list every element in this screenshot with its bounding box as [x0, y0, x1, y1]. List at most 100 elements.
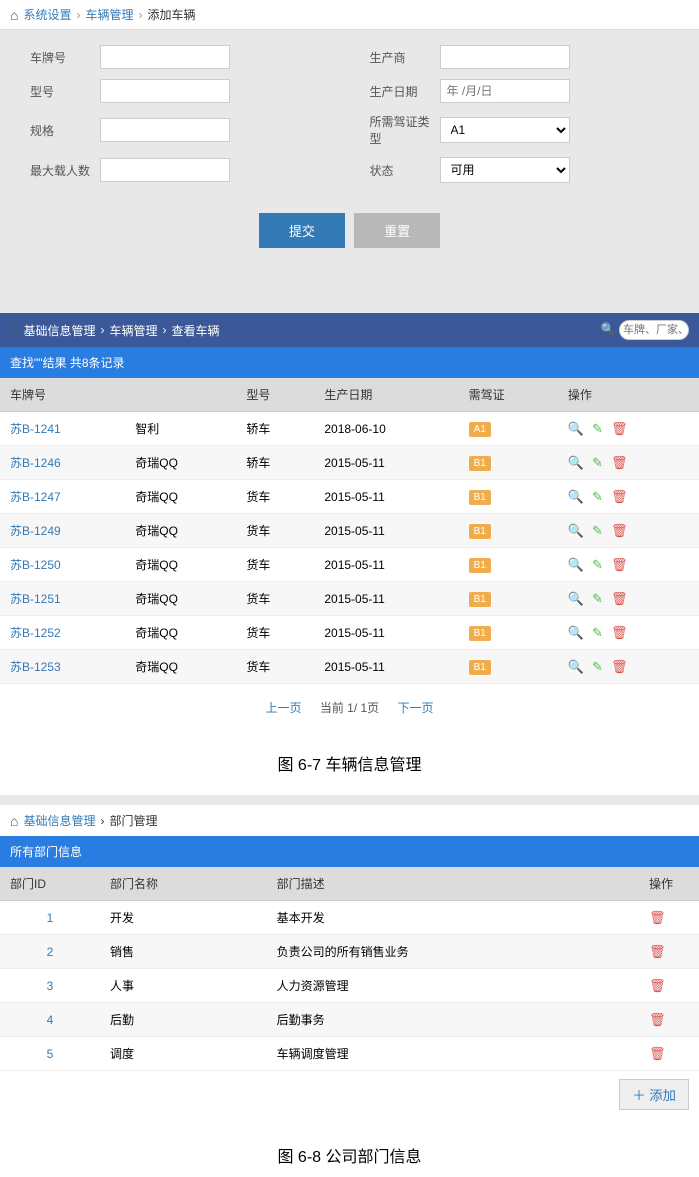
license-badge: B1	[469, 490, 491, 505]
figure-caption-1: 图 6-7 车辆信息管理	[0, 731, 699, 795]
model-label: 型号	[30, 83, 100, 100]
license-badge: A1	[469, 422, 491, 437]
model-cell: 货车	[236, 650, 314, 684]
date-cell: 2015-05-11	[314, 514, 458, 548]
delete-icon[interactable]: 🗑	[649, 978, 666, 993]
plate-input[interactable]	[100, 45, 230, 69]
status-select[interactable]: 可用	[440, 157, 570, 183]
dept-desc-cell: 人力资源管理	[267, 969, 639, 1003]
license-badge: B1	[469, 524, 491, 539]
view-icon[interactable]: 🔍	[568, 591, 584, 607]
spec-input[interactable]	[100, 118, 230, 142]
dept-id-link[interactable]: 2	[47, 945, 54, 959]
breadcrumb-3: ⌂ 基础信息管理 › 部门管理	[0, 805, 699, 836]
plate-link[interactable]: 苏B-1241	[10, 422, 61, 436]
table-row: 4后勤后勤事务🗑	[0, 1003, 699, 1037]
view-icon[interactable]: 🔍	[568, 557, 584, 573]
home-icon: ⌂	[10, 813, 18, 829]
chevron-right-icon: ›	[100, 323, 104, 337]
delete-icon[interactable]: 🗑	[649, 1012, 666, 1027]
home-icon: ⌂	[10, 7, 18, 23]
delete-icon[interactable]: 🗑	[611, 421, 628, 437]
dept-header-bar: 所有部门信息	[0, 836, 699, 867]
view-icon[interactable]: 🔍	[568, 421, 584, 437]
view-icon[interactable]: 🔍	[568, 489, 584, 505]
breadcrumb-2: ⌂ 基础信息管理 › 车辆管理 › 查看车辆 🔍	[0, 313, 699, 347]
search-input[interactable]	[619, 320, 689, 340]
date-label: 生产日期	[370, 83, 440, 100]
license-badge: B1	[469, 456, 491, 471]
dept-desc-cell: 基本开发	[267, 901, 639, 935]
dept-id-link[interactable]: 1	[47, 911, 54, 925]
delete-icon[interactable]: 🗑	[611, 455, 628, 471]
edit-icon[interactable]: ✎	[592, 591, 603, 607]
delete-icon[interactable]: 🗑	[611, 489, 628, 505]
chevron-right-icon: ›	[76, 8, 80, 22]
dept-id-link[interactable]: 5	[47, 1047, 54, 1061]
dept-name-cell: 销售	[100, 935, 267, 969]
table-row: 3人事人力资源管理🗑	[0, 969, 699, 1003]
maker-cell: 奇瑞QQ	[125, 480, 236, 514]
prev-page[interactable]: 上一页	[265, 701, 301, 715]
delete-icon[interactable]: 🗑	[649, 1046, 666, 1061]
view-icon[interactable]: 🔍	[568, 625, 584, 641]
date-cell: 2015-05-11	[314, 650, 458, 684]
dept-id-link[interactable]: 4	[47, 1013, 54, 1027]
dept-id-link[interactable]: 3	[47, 979, 54, 993]
model-input[interactable]	[100, 79, 230, 103]
plate-link[interactable]: 苏B-1252	[10, 626, 61, 640]
plate-link[interactable]: 苏B-1253	[10, 660, 61, 674]
view-icon[interactable]: 🔍	[568, 659, 584, 675]
plate-link[interactable]: 苏B-1251	[10, 592, 61, 606]
edit-icon[interactable]: ✎	[592, 625, 603, 641]
edit-icon[interactable]: ✎	[592, 421, 603, 437]
breadcrumb: ⌂ 系统设置 › 车辆管理 › 添加车辆	[0, 0, 699, 30]
delete-icon[interactable]: 🗑	[611, 625, 628, 641]
delete-icon[interactable]: 🗑	[611, 659, 628, 675]
model-cell: 货车	[236, 514, 314, 548]
edit-icon[interactable]: ✎	[592, 489, 603, 505]
reset-button[interactable]: 重置	[354, 213, 440, 248]
edit-icon[interactable]: ✎	[592, 557, 603, 573]
plate-link[interactable]: 苏B-1247	[10, 490, 61, 504]
bc-vehicle[interactable]: 车辆管理	[85, 6, 133, 23]
col-dept-id: 部门ID	[0, 867, 100, 901]
edit-icon[interactable]: ✎	[592, 659, 603, 675]
delete-icon[interactable]: 🗑	[611, 523, 628, 539]
maker-cell: 奇瑞QQ	[125, 650, 236, 684]
submit-button[interactable]: 提交	[259, 213, 345, 248]
view-icon[interactable]: 🔍	[568, 455, 584, 471]
delete-icon[interactable]: 🗑	[649, 944, 666, 959]
next-page[interactable]: 下一页	[398, 701, 434, 715]
col-dept-name: 部门名称	[100, 867, 267, 901]
bc3-base[interactable]: 基础信息管理	[23, 812, 95, 829]
dept-name-cell: 后勤	[100, 1003, 267, 1037]
delete-icon[interactable]: 🗑	[649, 910, 666, 925]
plate-link[interactable]: 苏B-1246	[10, 456, 61, 470]
maker-cell: 奇瑞QQ	[125, 548, 236, 582]
date-input[interactable]	[440, 79, 570, 103]
date-cell: 2015-05-11	[314, 548, 458, 582]
page-info: 当前 1/ 1页	[320, 701, 379, 715]
add-dept-button[interactable]: ＋ 添加	[619, 1079, 689, 1110]
delete-icon[interactable]: 🗑	[611, 591, 628, 607]
plate-link[interactable]: 苏B-1249	[10, 524, 61, 538]
bc-system[interactable]: 系统设置	[23, 6, 71, 23]
delete-icon[interactable]: 🗑	[611, 557, 628, 573]
edit-icon[interactable]: ✎	[592, 455, 603, 471]
license-select[interactable]: A1	[440, 117, 570, 143]
maker-cell: 奇瑞QQ	[125, 582, 236, 616]
model-cell: 货车	[236, 548, 314, 582]
plate-label: 车牌号	[30, 49, 100, 66]
view-icon[interactable]: 🔍	[568, 523, 584, 539]
spec-label: 规格	[30, 122, 100, 139]
maker-input[interactable]	[440, 45, 570, 69]
edit-icon[interactable]: ✎	[592, 523, 603, 539]
capacity-input[interactable]	[100, 158, 230, 182]
col-model: 型号	[236, 378, 314, 412]
bc2-base[interactable]: 基础信息管理	[23, 322, 95, 339]
bc3-current: 部门管理	[109, 812, 157, 829]
plate-link[interactable]: 苏B-1250	[10, 558, 61, 572]
model-cell: 货车	[236, 582, 314, 616]
bc2-vehicle[interactable]: 车辆管理	[109, 322, 157, 339]
